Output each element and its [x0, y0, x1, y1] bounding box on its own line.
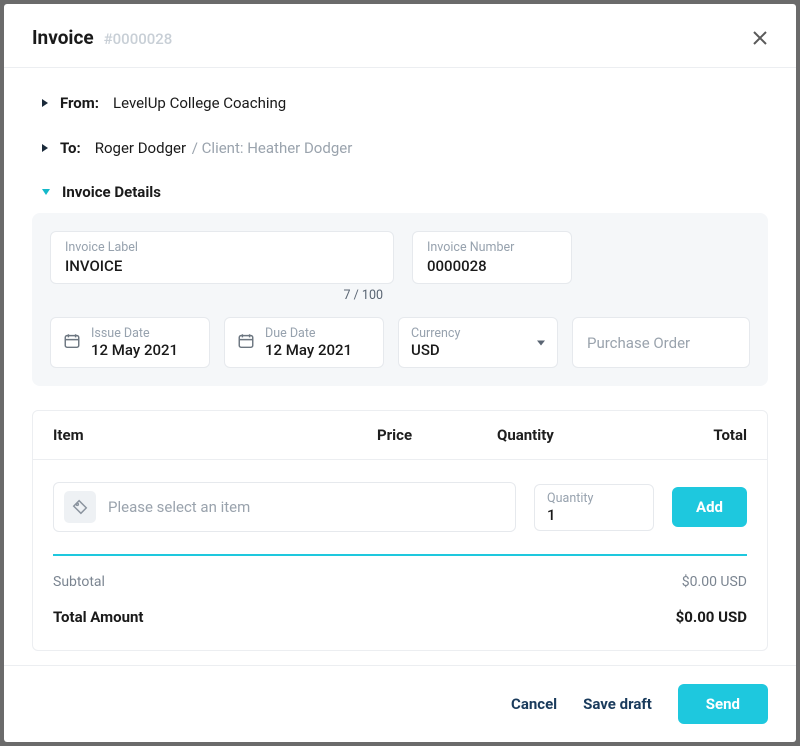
modal-body: From: LevelUp College Coaching To: Roger…	[4, 68, 796, 665]
col-item: Item	[53, 426, 377, 444]
field-label: Quantity	[547, 491, 641, 506]
field-label: Currency	[411, 326, 460, 341]
calendar-icon	[237, 332, 255, 354]
items-table: Item Price Quantity Total Quantity Add	[32, 410, 768, 651]
col-total: Total	[657, 426, 747, 444]
field-label: Due Date	[265, 326, 352, 341]
col-quantity: Quantity	[497, 426, 657, 444]
quantity-input[interactable]	[547, 506, 641, 524]
currency-select[interactable]: Currency USD	[398, 317, 558, 368]
purchase-order-input[interactable]	[587, 334, 735, 352]
subtotal-label: Subtotal	[53, 574, 105, 590]
cancel-button[interactable]: Cancel	[511, 695, 557, 713]
chevron-down-icon	[537, 340, 545, 345]
accordion-from[interactable]: From: LevelUp College Coaching	[32, 88, 768, 118]
details-title: Invoice Details	[62, 183, 161, 201]
from-label: From:	[60, 94, 99, 112]
page-title: Invoice	[32, 26, 94, 49]
modal-footer: Cancel Save draft Send	[4, 665, 796, 742]
invoice-number-input[interactable]	[427, 257, 557, 275]
to-value: Roger Dodger	[95, 139, 186, 157]
invoice-number-field[interactable]: Invoice Number	[412, 231, 572, 284]
from-value: LevelUp College Coaching	[113, 94, 286, 112]
invoice-label-input[interactable]	[65, 257, 379, 275]
accordion-details[interactable]: Invoice Details	[32, 177, 768, 207]
send-button[interactable]: Send	[678, 684, 768, 724]
chevron-right-icon	[42, 99, 48, 107]
invoice-number-header: #0000028	[104, 30, 173, 48]
issue-date-value: 12 May 2021	[91, 341, 178, 359]
total-value: $0.00 USD	[676, 608, 747, 626]
field-label: Invoice Number	[427, 240, 557, 255]
save-draft-button[interactable]: Save draft	[583, 695, 652, 713]
currency-value: USD	[411, 341, 460, 359]
item-select[interactable]	[53, 482, 516, 532]
col-price: Price	[377, 426, 497, 444]
calendar-icon	[63, 332, 81, 354]
to-client: / Client: Heather Dodger	[188, 139, 352, 157]
quantity-field[interactable]: Quantity	[534, 484, 654, 531]
item-select-input[interactable]	[108, 498, 505, 516]
chevron-down-icon	[42, 189, 50, 195]
accordion-to[interactable]: To: Roger Dodger / Client: Heather Dodge…	[32, 132, 768, 163]
modal-header: Invoice #0000028	[4, 4, 796, 68]
due-date-value: 12 May 2021	[265, 341, 352, 359]
tag-icon	[64, 491, 96, 523]
field-label: Issue Date	[91, 326, 178, 341]
field-label: Invoice Label	[65, 240, 379, 255]
line-item-row: Quantity Add	[33, 460, 767, 554]
purchase-order-field[interactable]	[572, 317, 750, 368]
due-date-field[interactable]: Due Date 12 May 2021	[224, 317, 384, 368]
totals-section: Subtotal $0.00 USD Total Amount $0.00 US…	[33, 556, 767, 650]
close-icon[interactable]	[752, 30, 768, 46]
invoice-modal: Invoice #0000028 From: LevelUp College C…	[4, 4, 796, 742]
chevron-right-icon	[42, 144, 48, 152]
to-label: To:	[60, 139, 81, 157]
issue-date-field[interactable]: Issue Date 12 May 2021	[50, 317, 210, 368]
items-header: Item Price Quantity Total	[33, 411, 767, 460]
add-button[interactable]: Add	[672, 487, 747, 527]
subtotal-value: $0.00 USD	[682, 574, 747, 590]
total-label: Total Amount	[53, 608, 143, 626]
invoice-label-field[interactable]: Invoice Label	[50, 231, 394, 284]
char-counter: 7 / 100	[50, 284, 391, 303]
details-panel: Invoice Label Invoice Number 7 / 100 Iss…	[32, 213, 768, 386]
